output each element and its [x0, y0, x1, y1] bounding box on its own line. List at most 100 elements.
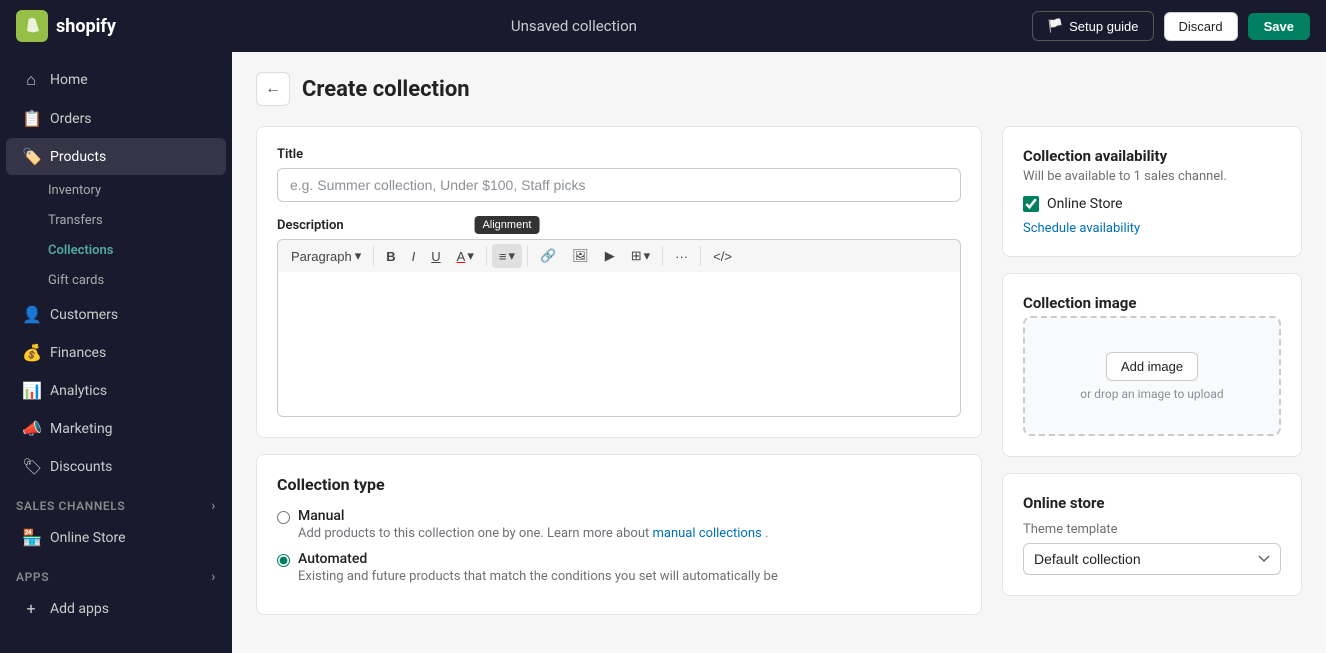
- sidebar-add-apps-label: Add apps: [50, 601, 109, 617]
- online-store-card: Online store Theme template Default coll…: [1002, 473, 1302, 596]
- bold-button[interactable]: B: [379, 245, 402, 268]
- italic-icon: I: [412, 249, 416, 264]
- sidebar-item-online-store[interactable]: 🏪 Online Store: [6, 519, 226, 556]
- rte-sep-4: [662, 246, 663, 266]
- schedule-availability-link[interactable]: Schedule availability: [1023, 221, 1140, 236]
- online-store-icon: 🏪: [22, 528, 40, 547]
- align-dropdown-arrow: ▾: [508, 248, 515, 264]
- manual-radio-row: Manual Add products to this collection o…: [277, 508, 961, 541]
- underline-icon: U: [431, 249, 440, 264]
- dropdown-arrow: ▾: [355, 248, 362, 264]
- analytics-icon: 📊: [22, 381, 40, 400]
- sidebar-item-products[interactable]: 🏷️ Products: [6, 138, 226, 175]
- link-button[interactable]: 🔗: [533, 244, 563, 268]
- collection-type-card: Collection type Manual Add products to t…: [256, 454, 982, 615]
- sidebar-item-customers[interactable]: 👤 Customers: [6, 296, 226, 333]
- automated-desc: Existing and future products that match …: [298, 569, 778, 584]
- table-button[interactable]: ⊞ ▾: [624, 244, 657, 268]
- discard-button[interactable]: Discard: [1164, 12, 1238, 41]
- underline-button[interactable]: U: [424, 245, 447, 268]
- topbar-page-title: Unsaved collection: [511, 17, 637, 35]
- sidebar-item-analytics[interactable]: 📊 Analytics: [6, 372, 226, 409]
- code-icon: </>: [713, 249, 732, 264]
- save-button[interactable]: Save: [1248, 13, 1310, 40]
- online-store-checkbox[interactable]: [1023, 196, 1039, 212]
- sidebar-item-inventory[interactable]: Inventory: [6, 176, 226, 205]
- title-label: Title: [277, 147, 961, 162]
- sidebar-finances-label: Finances: [50, 345, 106, 361]
- right-column: Collection availability Will be availabl…: [1002, 126, 1302, 631]
- sidebar-customers-label: Customers: [50, 307, 118, 323]
- collection-type-title: Collection type: [277, 475, 961, 494]
- rte-sep-1: [373, 246, 374, 266]
- availability-sub: Will be available to 1 sales channel.: [1023, 169, 1281, 184]
- sidebar-item-gift-cards[interactable]: Gift cards: [6, 266, 226, 295]
- left-column: Title Description Paragraph ▾ B: [256, 126, 982, 631]
- apps-group: Apps ›: [0, 557, 232, 589]
- description-label: Description: [277, 218, 961, 233]
- table-icon: ⊞: [631, 248, 642, 264]
- discounts-icon: 🏷: [22, 457, 40, 476]
- image-icon: 🖼: [572, 248, 589, 264]
- manual-label: Manual: [298, 508, 768, 524]
- video-button[interactable]: ▶: [598, 244, 622, 268]
- expand-icon[interactable]: ›: [211, 498, 216, 514]
- rte-content-area[interactable]: [277, 272, 961, 417]
- sidebar-analytics-label: Analytics: [50, 383, 107, 399]
- apps-expand-icon[interactable]: ›: [211, 569, 216, 585]
- theme-template-label: Theme template: [1023, 522, 1281, 537]
- apps-label: Apps: [16, 570, 49, 584]
- more-button[interactable]: ···: [668, 245, 695, 268]
- availability-card: Collection availability Will be availabl…: [1002, 126, 1302, 257]
- orders-icon: 📋: [22, 109, 40, 128]
- marketing-icon: 📣: [22, 419, 40, 438]
- flag-icon: 🏳️: [1047, 18, 1063, 34]
- sidebar-item-home[interactable]: ⌂ Home: [6, 61, 226, 99]
- sidebar-products-label: Products: [50, 149, 106, 165]
- online-store-checkbox-row: Online Store: [1023, 196, 1281, 212]
- sidebar-gift-cards-label: Gift cards: [48, 273, 104, 288]
- paragraph-dropdown[interactable]: Paragraph ▾: [284, 244, 368, 268]
- manual-desc: Add products to this collection one by o…: [298, 526, 768, 541]
- sidebar-marketing-label: Marketing: [50, 421, 113, 437]
- add-apps-icon: +: [22, 599, 40, 618]
- image-upload-area[interactable]: Add image or drop an image to upload: [1023, 316, 1281, 436]
- sidebar-home-label: Home: [50, 72, 88, 88]
- sidebar-item-marketing[interactable]: 📣 Marketing: [6, 410, 226, 447]
- link-icon: 🔗: [540, 248, 556, 264]
- add-image-button[interactable]: Add image: [1106, 352, 1198, 381]
- shopify-logo-icon: [16, 10, 48, 42]
- bold-icon: B: [386, 249, 395, 264]
- rte-sep-5: [700, 246, 701, 266]
- italic-button[interactable]: I: [405, 245, 423, 268]
- sidebar-item-finances[interactable]: 💰 Finances: [6, 334, 226, 371]
- color-button[interactable]: A ▾: [450, 244, 481, 268]
- sidebar-transfers-label: Transfers: [48, 213, 103, 228]
- finances-icon: 💰: [22, 343, 40, 362]
- automated-label: Automated: [298, 551, 778, 567]
- code-button[interactable]: </>: [706, 245, 739, 268]
- setup-guide-button[interactable]: 🏳️ Setup guide: [1032, 11, 1154, 41]
- sidebar-item-orders[interactable]: 📋 Orders: [6, 100, 226, 137]
- automated-radio[interactable]: [277, 554, 290, 567]
- sidebar-item-discounts[interactable]: 🏷 Discounts: [6, 448, 226, 485]
- paragraph-label: Paragraph: [291, 249, 352, 264]
- color-icon: A: [457, 249, 466, 264]
- manual-collections-link[interactable]: manual collections: [652, 526, 761, 541]
- rte-sep-2: [486, 246, 487, 266]
- back-button[interactable]: ←: [256, 72, 290, 106]
- align-icon: ≡: [499, 249, 507, 264]
- table-dropdown-arrow: ▾: [644, 248, 651, 264]
- setup-guide-label: Setup guide: [1069, 19, 1138, 34]
- home-icon: ⌂: [22, 70, 40, 90]
- sidebar-item-collections[interactable]: Collections: [6, 236, 226, 265]
- sidebar-collections-label: Collections: [48, 243, 113, 258]
- theme-template-select[interactable]: Default collection: [1023, 543, 1281, 575]
- sidebar-item-add-apps[interactable]: + Add apps: [6, 590, 226, 627]
- image-button[interactable]: 🖼: [565, 244, 596, 268]
- sidebar-item-transfers[interactable]: Transfers: [6, 206, 226, 235]
- manual-radio[interactable]: [277, 511, 290, 524]
- align-button[interactable]: ≡ ▾ Alignment: [492, 244, 522, 268]
- shopify-logo: shopify: [16, 10, 116, 42]
- title-input[interactable]: [277, 168, 961, 202]
